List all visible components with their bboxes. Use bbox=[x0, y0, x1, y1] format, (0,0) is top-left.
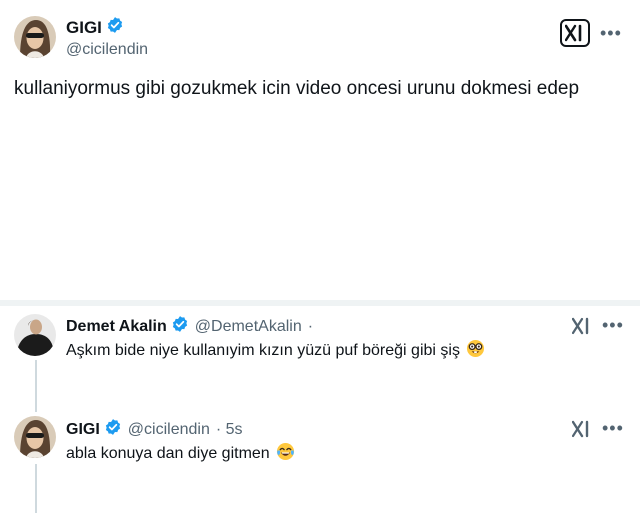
replies-section: Demet Akalin @DemetAkalin · ••• Aşkım bi… bbox=[0, 306, 640, 513]
thread-line bbox=[35, 464, 37, 513]
reply-text-content: abla konuya dan diye gitmen bbox=[66, 445, 270, 462]
reply-text: abla konuya dan diye gitmen bbox=[66, 442, 295, 466]
verified-badge-icon bbox=[104, 418, 122, 441]
author-row: GIGI @cicilendin · 5s bbox=[66, 418, 243, 441]
author-row: GIGI bbox=[66, 16, 124, 39]
verified-badge-icon bbox=[106, 16, 124, 39]
display-name[interactable]: GIGI bbox=[66, 421, 100, 439]
display-name[interactable]: Demet Akalin bbox=[66, 318, 167, 336]
avatar[interactable] bbox=[14, 314, 56, 356]
avatar[interactable] bbox=[14, 16, 56, 58]
handle[interactable]: @cicilendin bbox=[66, 41, 148, 59]
verified-badge-icon bbox=[171, 315, 189, 338]
reply-text: Aşkım bide niye kullanıyim kızın yüzü pu… bbox=[66, 339, 485, 363]
timestamp: · 5s bbox=[215, 420, 243, 438]
x-logo-icon[interactable] bbox=[560, 19, 590, 47]
x-logo-icon[interactable] bbox=[571, 317, 592, 340]
tears-of-joy-icon bbox=[276, 442, 295, 466]
avatar[interactable] bbox=[14, 416, 56, 458]
more-options-icon[interactable]: ••• bbox=[602, 316, 624, 334]
tweet-text: kullaniyormus gibi gozukmek icin video o… bbox=[14, 78, 580, 99]
reply-text-content: Aşkım bide niye kullanıyim kızın yüzü pu… bbox=[66, 342, 460, 359]
more-options-icon[interactable]: ••• bbox=[600, 24, 622, 42]
x-logo-icon[interactable] bbox=[571, 420, 592, 443]
author-row: Demet Akalin @DemetAkalin · bbox=[66, 315, 313, 338]
display-name[interactable]: GIGI bbox=[66, 18, 102, 38]
handle[interactable]: @DemetAkalin bbox=[195, 318, 302, 336]
timestamp: · bbox=[307, 317, 314, 335]
nerd-face-icon bbox=[466, 339, 485, 363]
thread-line bbox=[35, 360, 37, 412]
more-options-icon[interactable]: ••• bbox=[602, 419, 624, 437]
main-tweet: GIGI @cicilendin ••• kullaniyormus gibi … bbox=[0, 0, 640, 300]
handle[interactable]: @cicilendin bbox=[128, 421, 210, 439]
